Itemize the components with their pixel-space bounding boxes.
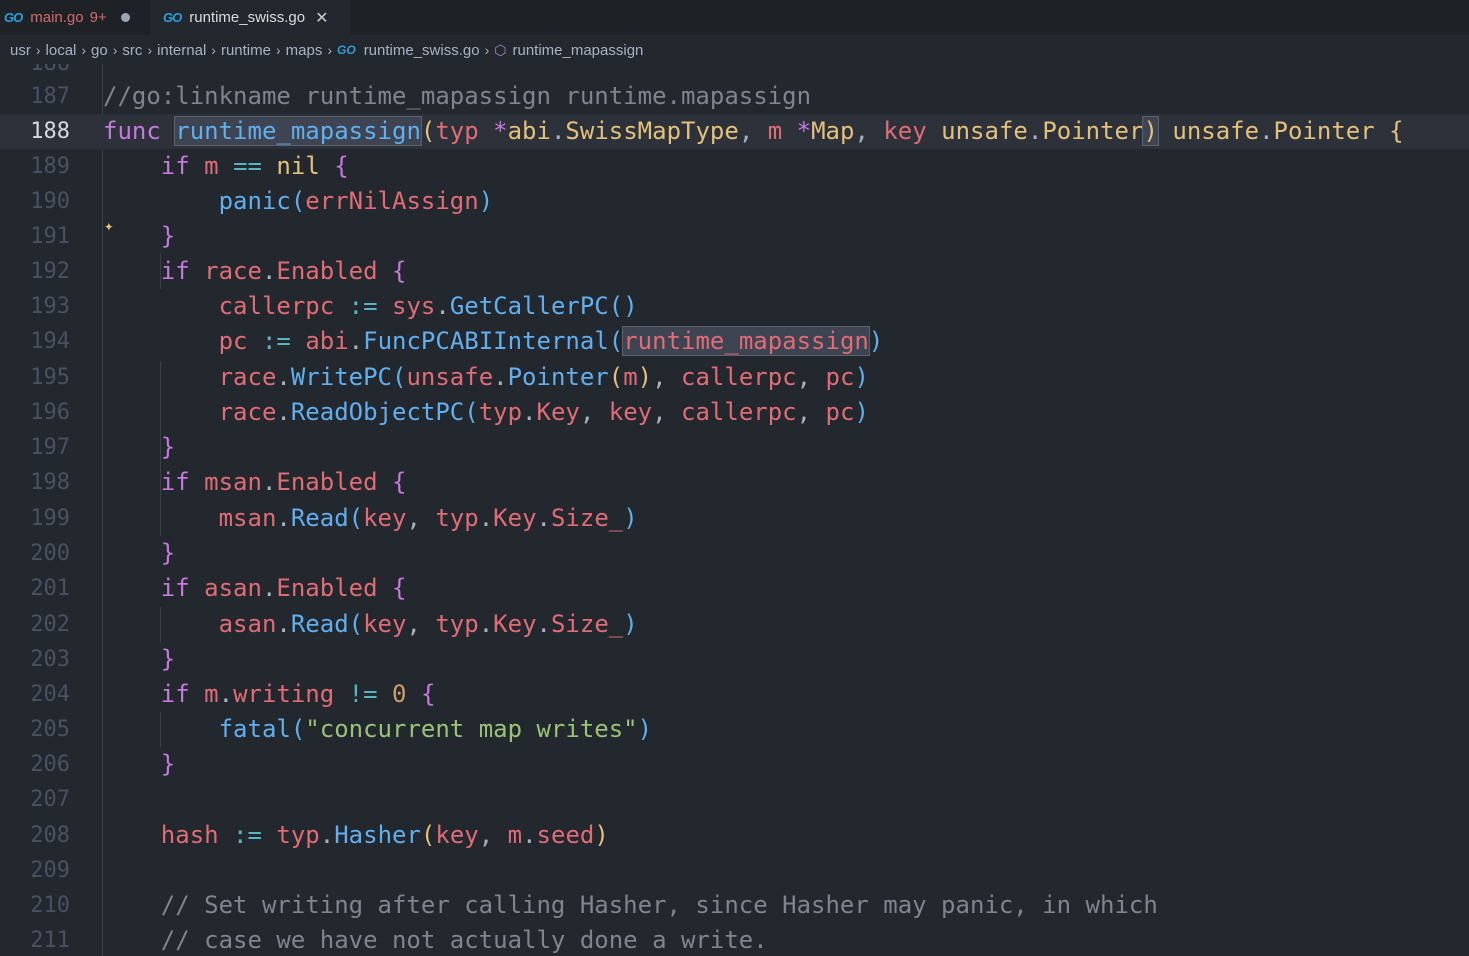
code-line: 194 pc := abi.FuncPCABIInternal(runtime_… [0, 324, 1469, 359]
code-line: 207 [0, 782, 1469, 817]
code-line: 187 //go:linkname runtime_mapassign runti… [0, 79, 1469, 114]
param: m [767, 117, 783, 145]
chevron-right-icon: › [81, 42, 87, 58]
comment: // Set writing after calling Hasher, sin… [160, 891, 1158, 919]
code-line: 189 if m == nil { [0, 149, 1469, 184]
code-line: 210 // Set writing after calling Hasher,… [0, 888, 1469, 923]
type: Map [811, 117, 855, 145]
line-number: 195 [30, 365, 70, 390]
package: abi [507, 117, 551, 145]
line-number: 211 [30, 928, 70, 953]
line-number: 189 [30, 154, 70, 179]
line-number: 205 [30, 717, 70, 742]
line-number: 192 [30, 259, 70, 284]
code-line: 205 fatal("concurrent map writes") [0, 712, 1469, 747]
type: SwissMapType [565, 117, 739, 145]
line-number: 187 [30, 84, 70, 109]
code-editor[interactable]: 186 187//go:linkname runtime_mapassign r… [0, 64, 1469, 956]
code-line: 203 } [0, 642, 1469, 677]
identifier: errNilAssign [305, 187, 479, 215]
line-number: 200 [30, 541, 70, 566]
code-line: 211 // case we have not actually done a … [0, 923, 1469, 956]
code-line: 199 msan.Read(key, typ.Key.Size_) [0, 501, 1469, 536]
line-number: 196 [30, 400, 70, 425]
code-line: 196 race.ReadObjectPC(typ.Key, key, call… [0, 395, 1469, 430]
comment: //go:linkname runtime_mapassign runtime.… [103, 82, 812, 110]
code-line: 202 asan.Read(key, typ.Key.Size_) [0, 607, 1469, 642]
tab-label: runtime_swiss.go [189, 9, 306, 26]
chevron-right-icon: › [211, 42, 216, 58]
chevron-right-icon: › [35, 42, 41, 58]
chevron-right-icon: › [484, 42, 490, 58]
code-line: 200 } [0, 536, 1469, 571]
code-line: 190 panic(errNilAssign) [0, 184, 1469, 219]
unsaved-dot-icon[interactable] [120, 13, 130, 22]
tab-label: main.go [30, 9, 84, 26]
line-number: 201 [30, 576, 70, 601]
line-number: 190 [30, 189, 70, 214]
code-line: 191 } [0, 219, 1469, 254]
line-number: 208 [30, 823, 70, 848]
line-number: 193 [30, 294, 70, 319]
breadcrumb-item[interactable]: runtime_mapassign [512, 42, 643, 59]
type: Pointer [1042, 117, 1144, 145]
function-name[interactable]: runtime_mapassign [174, 116, 422, 146]
breadcrumb-item[interactable]: maps [286, 42, 323, 59]
package: unsafe [941, 117, 1028, 145]
line-number: 194 [30, 329, 70, 354]
go-file-icon: GO [337, 43, 356, 57]
param: key [883, 117, 927, 145]
code-line: 195 race.WritePC(unsafe.Pointer(m), call… [0, 360, 1469, 395]
method-cube-icon: ⬡ [494, 41, 507, 58]
string-literal: "concurrent map writes" [305, 715, 638, 743]
code-line: 206 } [0, 747, 1469, 782]
line-number: 204 [30, 682, 70, 707]
tab-runtime-swiss-go[interactable]: GO runtime_swiss.go ✕ [150, 0, 350, 35]
breadcrumb-item[interactable]: internal [157, 42, 206, 59]
line-number: 209 [30, 858, 70, 883]
chevron-right-icon: › [147, 42, 153, 58]
code-line: 209 [0, 853, 1469, 888]
code-line: 198 if msan.Enabled { [0, 465, 1469, 500]
problems-badge: 9+ [89, 9, 107, 26]
comment: // case we have not actually done a writ… [160, 926, 768, 954]
breadcrumb: usr › local › go › src › internal › runtime › … [0, 36, 1469, 64]
go-file-icon: GO [4, 10, 23, 25]
chevron-right-icon: › [275, 42, 281, 58]
line-number: 197 [30, 435, 70, 460]
code-line: 201 if asan.Enabled { [0, 571, 1469, 606]
keyword: func [103, 117, 161, 145]
line-number: 199 [30, 506, 70, 531]
code-line: 197 } [0, 430, 1469, 465]
line-number: 207 [30, 787, 70, 812]
code-line: 204 if m.writing != 0 { [0, 677, 1469, 712]
go-file-icon: GO [163, 10, 182, 25]
code-line: 192 if race.Enabled { [0, 254, 1469, 289]
chevron-right-icon: › [327, 42, 333, 58]
tab-main-go[interactable]: GO main.go 9+ [0, 0, 150, 35]
line-number: 198 [30, 470, 70, 495]
breadcrumb-item[interactable]: src [122, 42, 142, 59]
line-number: 203 [30, 647, 70, 672]
breadcrumb-item[interactable]: runtime_swiss.go [364, 42, 480, 59]
breadcrumb-item[interactable]: usr [10, 42, 31, 59]
param: typ [435, 117, 479, 145]
line-number: 206 [30, 752, 70, 777]
chevron-right-icon: › [112, 42, 118, 58]
code-line: 193 callerpc := sys.GetCallerPC() [0, 289, 1469, 324]
line-number: 210 [30, 893, 70, 918]
line-number: 188 [30, 119, 70, 144]
line-number: 191 [30, 224, 70, 249]
tab-bar: GO main.go 9+ GO runtime_swiss.go ✕ [0, 0, 1469, 35]
code-line: 208 hash := typ.Hasher(key, m.seed) [0, 818, 1469, 853]
breadcrumb-item[interactable]: go [91, 42, 108, 59]
close-icon[interactable]: ✕ [315, 8, 328, 28]
breadcrumb-item[interactable]: local [46, 42, 77, 59]
line-number: 202 [30, 612, 70, 637]
breadcrumb-item[interactable]: runtime [221, 42, 271, 59]
code-line: 188 func runtime_mapassign(typ *abi.Swiss… [0, 114, 1469, 149]
